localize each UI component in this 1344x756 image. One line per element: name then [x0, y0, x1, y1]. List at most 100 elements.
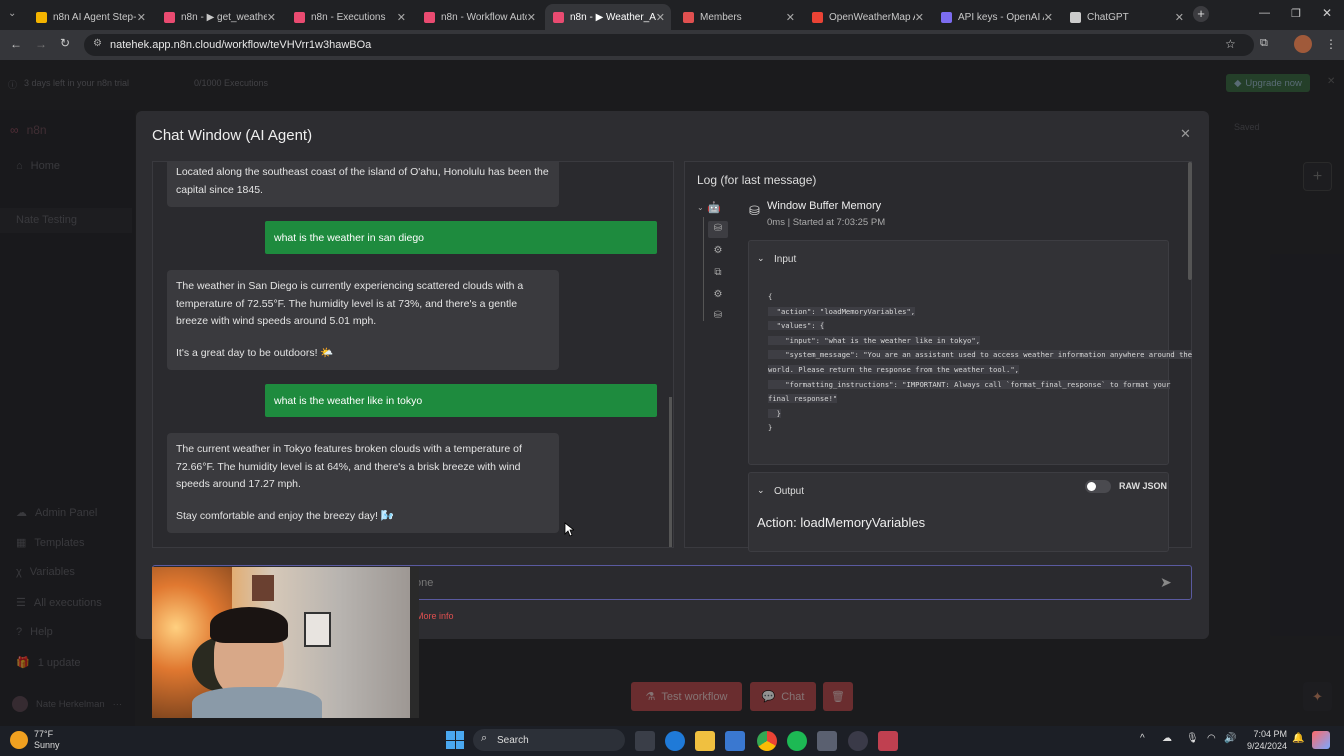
- task-view-icon[interactable]: [635, 731, 655, 751]
- tray-chevron-icon[interactable]: ^: [1140, 733, 1145, 744]
- browser-tab[interactable]: n8n - Executions ✕: [286, 4, 412, 30]
- output-label[interactable]: Output: [774, 486, 804, 497]
- reload-icon[interactable]: ↻: [60, 36, 70, 50]
- tab-close-icon[interactable]: ✕: [137, 11, 146, 24]
- tab-label: API keys - OpenAI AP: [958, 11, 1044, 23]
- node-meta: 0ms | Started at 7:03:25 PM: [767, 217, 886, 228]
- tree-line: [703, 217, 704, 321]
- app-icon[interactable]: [848, 731, 868, 751]
- tab-close-icon[interactable]: ✕: [1044, 11, 1053, 24]
- minimize-icon[interactable]: —: [1259, 7, 1270, 19]
- workflow-icon[interactable]: ⧉: [711, 267, 725, 281]
- send-icon[interactable]: ➤: [1160, 574, 1172, 591]
- tab-favicon-icon: [164, 11, 175, 23]
- bot-message: The current weather in Tokyo features br…: [167, 433, 559, 533]
- microphone-icon[interactable]: 🎙: [1186, 733, 1199, 744]
- clock-time[interactable]: 7:04 PM: [1253, 729, 1287, 739]
- copilot-icon[interactable]: [1312, 731, 1330, 749]
- chrome-icon[interactable]: [757, 731, 777, 751]
- input-json: { "action": "loadMemoryVariables", "valu…: [768, 292, 1193, 433]
- search-icon: ⌕: [481, 732, 488, 744]
- tab-label: n8n - ▶ get_weather: [181, 11, 267, 23]
- tab-close-icon[interactable]: ✕: [656, 11, 665, 24]
- browser-tab[interactable]: OpenWeatherMap AI ✕: [804, 4, 930, 30]
- browser-tab[interactable]: n8n - ▶ Weather_Age✕: [545, 4, 671, 30]
- collapse-chevron-icon[interactable]: ⌄: [697, 203, 704, 212]
- spotify-icon[interactable]: [787, 731, 807, 751]
- file-explorer-icon[interactable]: [695, 731, 715, 751]
- recorder-icon[interactable]: [878, 731, 898, 751]
- more-info-link[interactable]: More info: [416, 611, 454, 621]
- tab-label: n8n - Workflow Autom: [441, 11, 527, 23]
- browser-tab[interactable]: API keys - OpenAI AP✕: [933, 4, 1059, 30]
- store-icon[interactable]: [725, 731, 745, 751]
- user-message: what is the weather in san diego: [265, 221, 657, 254]
- chat-messages-panel[interactable]: Located along the southeast coast of the…: [152, 161, 674, 548]
- input-chevron-icon[interactable]: ⌄: [757, 253, 765, 264]
- database-icon[interactable]: ⛁: [711, 310, 725, 324]
- browser-menu-icon[interactable]: ⋮: [1325, 37, 1337, 51]
- bot-message: The weather in San Diego is currently ex…: [167, 270, 559, 370]
- onedrive-icon[interactable]: ☁: [1162, 733, 1172, 744]
- webcam-overlay: [152, 567, 419, 718]
- site-info-icon[interactable]: ⚙: [93, 38, 102, 49]
- tab-close-icon[interactable]: ✕: [527, 11, 536, 24]
- weather-sun-icon[interactable]: [10, 731, 28, 749]
- clock-date[interactable]: 9/24/2024: [1241, 741, 1287, 751]
- bookmark-star-icon[interactable]: ☆: [1225, 37, 1236, 51]
- tab-favicon-icon: [1070, 11, 1081, 23]
- browser-tab[interactable]: n8n - ▶ get_weather ✕: [156, 4, 282, 30]
- tab-close-icon[interactable]: ✕: [267, 11, 276, 24]
- window-close-icon[interactable]: ✕: [1322, 6, 1332, 20]
- input-label[interactable]: Input: [774, 254, 796, 265]
- tab-close-icon[interactable]: ✕: [1175, 11, 1184, 24]
- camera-icon[interactable]: [817, 731, 837, 751]
- tab-favicon-icon: [424, 11, 435, 23]
- taskbar-search[interactable]: ⌕ Search: [473, 729, 625, 751]
- edge-icon[interactable]: [665, 731, 685, 751]
- tab-favicon-icon: [941, 11, 952, 23]
- raw-json-toggle[interactable]: [1085, 480, 1111, 493]
- tab-close-icon[interactable]: ✕: [786, 11, 795, 24]
- modal-title: Chat Window (AI Agent): [152, 127, 313, 144]
- action-text: Action: loadMemoryVariables: [757, 515, 926, 530]
- tab-favicon-icon: [683, 11, 694, 23]
- extensions-icon[interactable]: ⧉: [1260, 37, 1268, 50]
- tab-list-icon[interactable]: ⌄: [8, 8, 16, 19]
- forward-icon[interactable]: →: [35, 37, 47, 51]
- output-chevron-icon[interactable]: ⌄: [757, 485, 765, 496]
- tab-favicon-icon: [553, 11, 564, 23]
- volume-icon[interactable]: 🔊: [1224, 733, 1236, 744]
- browser-tab[interactable]: ChatGPT ✕: [1062, 4, 1190, 30]
- tab-label: Members: [700, 11, 742, 23]
- tab-close-icon[interactable]: ✕: [397, 11, 406, 24]
- browser-tab[interactable]: n8n AI Agent Step-By✕: [28, 4, 152, 30]
- url-bar[interactable]: ⚙ natehek.app.n8n.cloud/workflow/teVHVrr…: [84, 34, 1254, 56]
- mouse-cursor-icon: [564, 522, 574, 537]
- browser-tab[interactable]: Members ✕: [675, 4, 801, 30]
- log-scrollbar[interactable]: [1188, 162, 1192, 280]
- user-message: what is the weather like in tokyo: [265, 384, 657, 417]
- tab-close-icon[interactable]: ✕: [915, 11, 924, 24]
- browser-tab[interactable]: n8n - Workflow Autom✕: [416, 4, 542, 30]
- wifi-icon[interactable]: ◠: [1207, 733, 1216, 744]
- tab-label: n8n - Executions: [311, 11, 386, 23]
- bot-message: Located along the southeast coast of the…: [167, 162, 559, 207]
- chat-scrollbar[interactable]: [669, 397, 672, 547]
- windows-start-icon[interactable]: [446, 731, 464, 749]
- robot-icon[interactable]: 🤖: [707, 201, 721, 215]
- profile-avatar[interactable]: [1294, 35, 1312, 53]
- tab-favicon-icon: [294, 11, 305, 23]
- new-tab-icon[interactable]: +: [1193, 6, 1209, 22]
- node-name: Window Buffer Memory: [767, 200, 882, 212]
- weather-condition: Sunny: [34, 740, 60, 750]
- log-title: Log (for last message): [697, 173, 817, 187]
- back-icon[interactable]: ←: [10, 37, 22, 51]
- openai-icon[interactable]: ⚙: [711, 289, 725, 303]
- modal-close-icon[interactable]: ✕: [1180, 126, 1191, 142]
- openai-icon[interactable]: ⚙: [711, 245, 725, 259]
- restore-icon[interactable]: ❐: [1291, 7, 1301, 20]
- tab-label: OpenWeatherMap AI: [829, 11, 915, 23]
- notification-icon[interactable]: 🔔: [1292, 733, 1304, 744]
- database-icon[interactable]: ⛁: [711, 223, 725, 237]
